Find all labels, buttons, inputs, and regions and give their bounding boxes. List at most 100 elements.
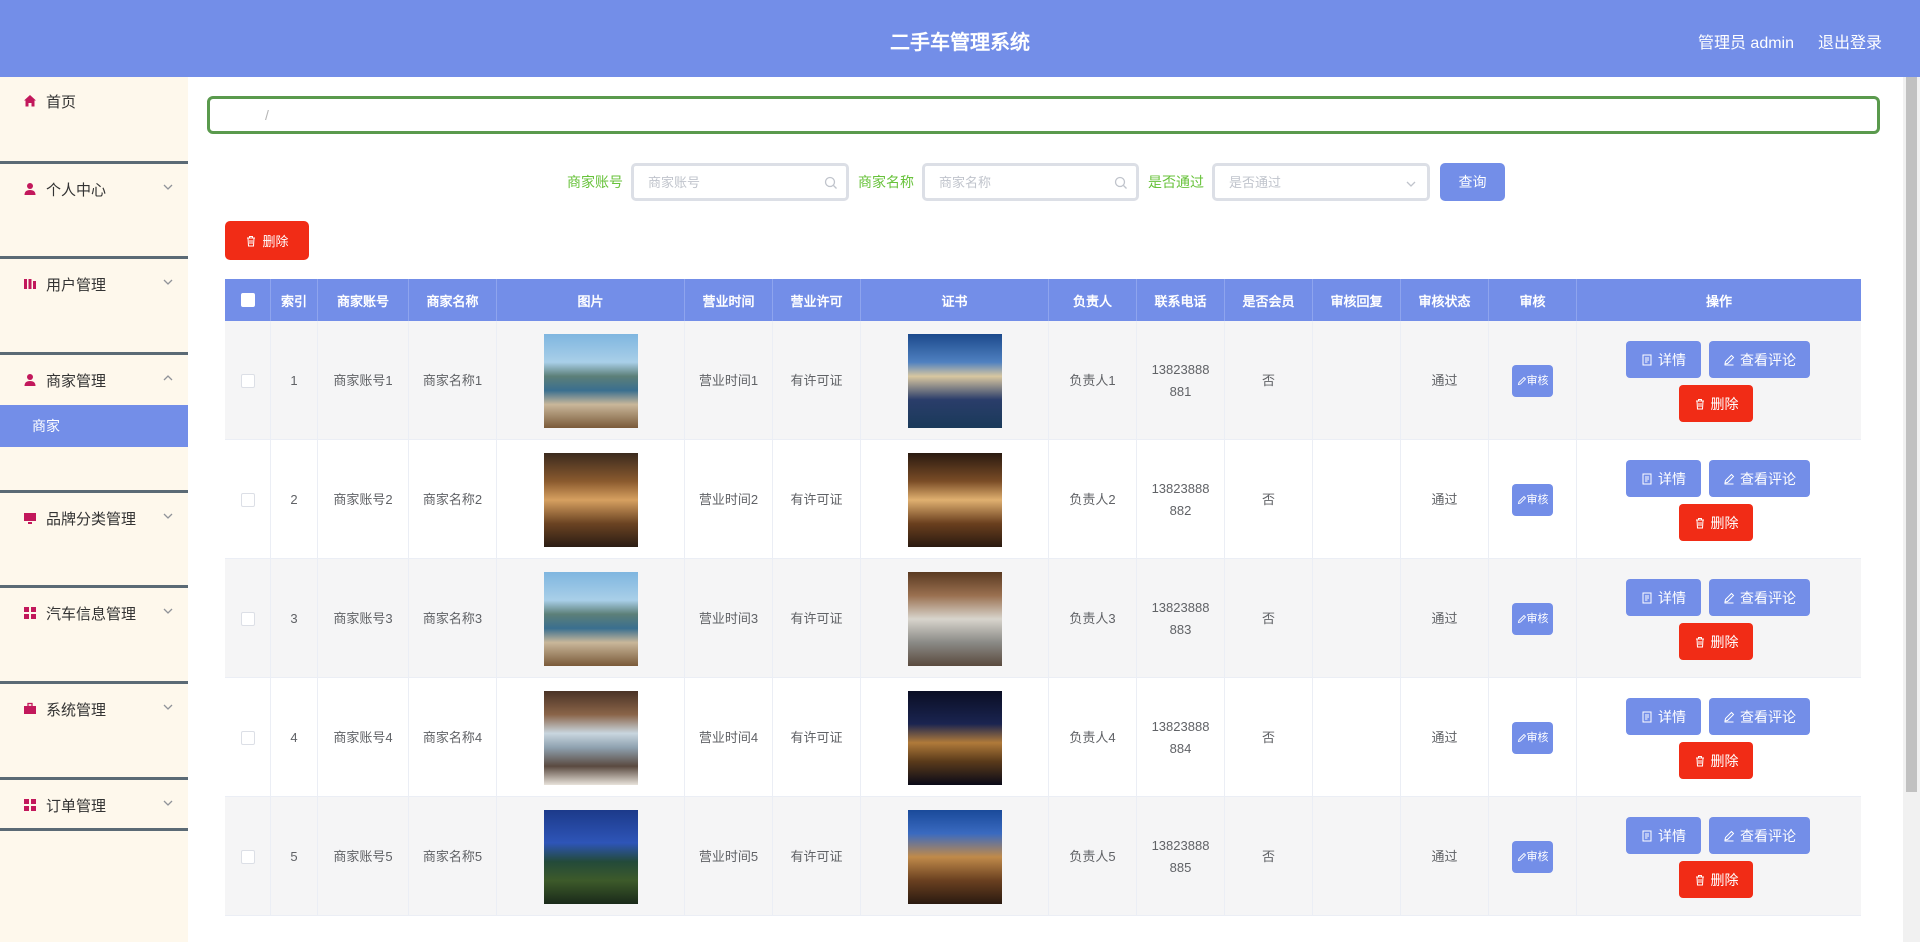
breadcrumb-separator: / <box>265 107 269 123</box>
sidebar-item-users[interactable]: 用户管理 <box>0 260 188 308</box>
account-cell: 商家账号4 <box>318 678 409 797</box>
member-cell: 否 <box>1225 678 1313 797</box>
row-delete-button[interactable]: 删除 <box>1679 385 1753 422</box>
menu-divider <box>0 161 188 164</box>
sidebar-subitem-merchant[interactable]: 商家 <box>0 405 188 447</box>
col-header: 联系电话 <box>1137 279 1225 321</box>
table-header: 索引 商家账号 商家名称 图片 营业时间 营业许可 证书 负责人 联系电话 是否… <box>225 279 1861 321</box>
detail-button[interactable]: 详情 <box>1626 460 1701 497</box>
name-cell: 商家名称5 <box>409 797 497 916</box>
audit-button[interactable]: 审核 <box>1512 602 1553 635</box>
sidebar-item-cars[interactable]: 汽车信息管理 <box>0 589 188 637</box>
edit-icon <box>1724 592 1735 603</box>
index-cell: 2 <box>271 440 318 559</box>
row-delete-button[interactable]: 删除 <box>1679 742 1753 779</box>
view-comments-button[interactable]: 查看评论 <box>1709 341 1810 378</box>
sidebar-item-home[interactable]: 首页 <box>0 77 188 125</box>
trash-icon <box>1695 755 1704 766</box>
col-header: 营业时间 <box>685 279 773 321</box>
pass-select-input[interactable] <box>1215 166 1427 198</box>
row-select-cell <box>225 321 271 440</box>
reply-cell <box>1313 559 1401 678</box>
detail-button[interactable]: 详情 <box>1626 817 1701 854</box>
status-cell: 通过 <box>1401 321 1489 440</box>
audit-button[interactable]: 审核 <box>1512 721 1553 754</box>
account-search-field[interactable] <box>631 163 849 201</box>
sidebar-item-orders[interactable]: 订单管理 <box>0 781 188 829</box>
view-comments-button[interactable]: 查看评论 <box>1709 579 1810 616</box>
phone-line: 884 <box>1169 740 1192 756</box>
search-icon <box>824 176 837 189</box>
phone-line: 13823888 <box>1151 599 1210 615</box>
phone-line: 13823888 <box>1151 837 1210 853</box>
sidebar-item-merchant[interactable]: 商家管理 <box>0 356 188 404</box>
row-checkbox[interactable] <box>240 373 255 388</box>
merchant-photo <box>543 452 638 547</box>
chevron-down-icon <box>163 608 173 614</box>
row-checkbox[interactable] <box>240 611 255 626</box>
col-header: 审核回复 <box>1313 279 1401 321</box>
operation-cell: 详情 查看评论 删除 <box>1577 678 1861 797</box>
audit-button[interactable]: 审核 <box>1512 483 1553 516</box>
audit-cell: 审核 <box>1489 678 1577 797</box>
audit-cell: 审核 <box>1489 440 1577 559</box>
view-comments-button[interactable]: 查看评论 <box>1709 817 1810 854</box>
sidebar-item-brand[interactable]: 品牌分类管理 <box>0 494 188 542</box>
batch-delete-button[interactable]: 删除 <box>225 221 309 260</box>
detail-label: 详情 <box>1658 589 1686 606</box>
image-cell <box>497 321 685 440</box>
page-scrollbar[interactable] <box>1903 77 1920 942</box>
sidebar-item-label: 品牌分类管理 <box>46 510 137 528</box>
phone-line: 885 <box>1169 859 1192 875</box>
audit-button[interactable]: 审核 <box>1512 840 1553 873</box>
chevron-down-icon <box>163 800 173 806</box>
app-title: 二手车管理系统 <box>890 32 1030 54</box>
certificate-photo <box>907 809 1002 904</box>
view-comments-button[interactable]: 查看评论 <box>1709 698 1810 735</box>
detail-button[interactable]: 详情 <box>1626 698 1701 735</box>
row-checkbox[interactable] <box>240 730 255 745</box>
name-cell: 商家名称3 <box>409 559 497 678</box>
logout-link[interactable]: 退出登录 <box>1818 29 1882 53</box>
license-cell: 有许可证 <box>773 678 861 797</box>
name-search-field[interactable] <box>922 163 1139 201</box>
account-cell: 商家账号3 <box>318 559 409 678</box>
row-delete-button[interactable]: 删除 <box>1679 504 1753 541</box>
row-select-cell <box>225 797 271 916</box>
owner-cell: 负责人2 <box>1049 440 1137 559</box>
row-checkbox[interactable] <box>240 492 255 507</box>
scrollbar-thumb[interactable] <box>1906 77 1917 792</box>
document-icon <box>1642 354 1652 365</box>
row-delete-button[interactable]: 删除 <box>1679 623 1753 660</box>
row-delete-button[interactable]: 删除 <box>1679 861 1753 898</box>
user-icon <box>22 181 38 197</box>
select-all-checkbox[interactable] <box>240 293 255 307</box>
sidebar-item-label: 用户管理 <box>46 276 107 294</box>
sidebar-item-profile[interactable]: 个人中心 <box>0 165 188 213</box>
member-cell: 否 <box>1225 559 1313 678</box>
view-comments-button[interactable]: 查看评论 <box>1709 460 1810 497</box>
view-comments-label: 查看评论 <box>1740 589 1796 606</box>
status-cell: 通过 <box>1401 678 1489 797</box>
detail-button[interactable]: 详情 <box>1626 341 1701 378</box>
chevron-down-icon <box>163 704 173 710</box>
audit-cell: 审核 <box>1489 797 1577 916</box>
query-button[interactable]: 查询 <box>1440 163 1505 201</box>
sidebar-item-system[interactable]: 系统管理 <box>0 685 188 733</box>
detail-button[interactable]: 详情 <box>1626 579 1701 616</box>
view-comments-label: 查看评论 <box>1740 827 1796 844</box>
audit-button[interactable]: 审核 <box>1512 364 1553 397</box>
member-cell: 否 <box>1225 797 1313 916</box>
trash-icon <box>1695 874 1704 885</box>
name-search-input[interactable] <box>925 166 1136 198</box>
menu-divider <box>0 828 188 831</box>
account-label: 商家账号 <box>567 174 623 190</box>
select-all-header <box>225 279 271 321</box>
row-checkbox[interactable] <box>240 849 255 864</box>
row-delete-label: 删除 <box>1710 633 1739 650</box>
edit-icon <box>1724 473 1735 484</box>
account-search-input[interactable] <box>634 166 846 198</box>
col-header: 是否会员 <box>1225 279 1313 321</box>
pass-select[interactable] <box>1212 163 1430 201</box>
phone-line: 883 <box>1169 621 1192 637</box>
